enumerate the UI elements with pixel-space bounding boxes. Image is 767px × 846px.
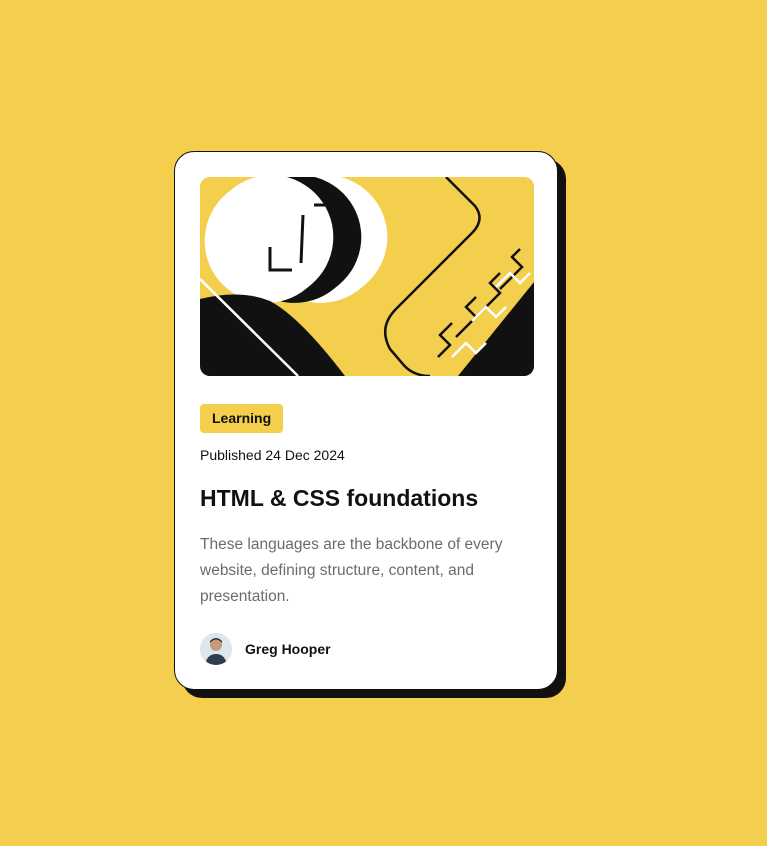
- category-tag: Learning: [200, 404, 284, 433]
- article-illustration: [200, 177, 534, 376]
- article-title[interactable]: HTML & CSS foundations: [200, 482, 478, 514]
- avatar-icon: [200, 633, 232, 665]
- user-avatar-icon: [200, 633, 232, 665]
- author: Greg Hooper: [200, 633, 331, 665]
- author-name: Greg Hooper: [245, 641, 331, 657]
- blog-preview-card: Learning Published 24 Dec 2024 HTML & CS…: [174, 151, 558, 690]
- article-description: These languages are the backbone of ever…: [200, 536, 503, 605]
- published-date: Published 24 Dec 2024: [200, 447, 345, 463]
- article-illustration-graphic: [200, 177, 534, 376]
